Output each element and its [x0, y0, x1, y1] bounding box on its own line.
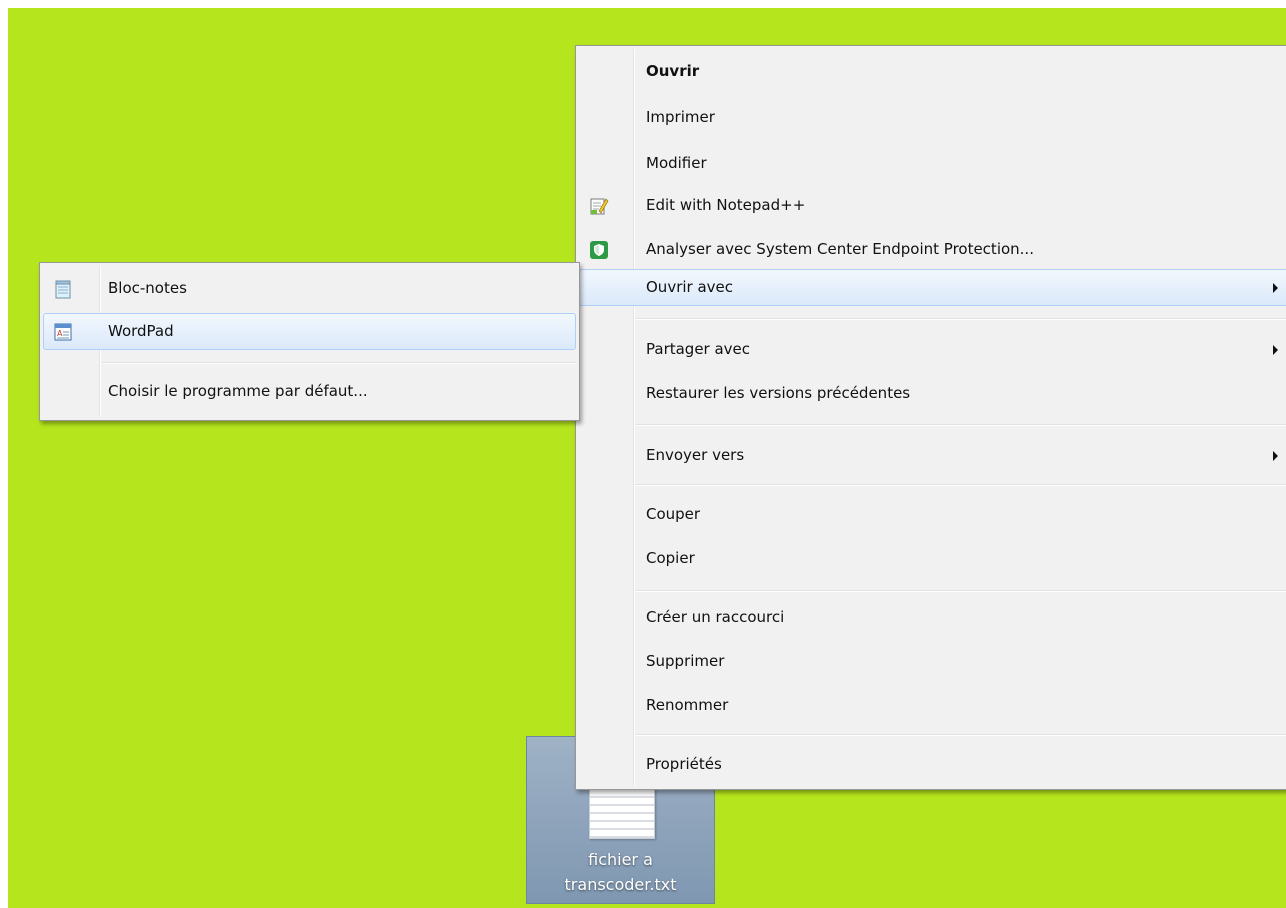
- menu-item-label: Edit with Notepad++: [646, 196, 806, 214]
- menu-item-label: Envoyer vers: [646, 446, 745, 464]
- svg-text:A: A: [57, 329, 63, 338]
- submenu-item-label: Bloc-notes: [108, 279, 187, 297]
- menu-item-restaurer-versions[interactable]: Restaurer les versions précédentes: [579, 375, 1286, 412]
- context-menu: Ouvrir Imprimer Modifier Edit with Notep…: [575, 45, 1286, 790]
- menu-item-partager-avec[interactable]: Partager avec: [579, 331, 1286, 368]
- menu-item-label: Ouvrir avec: [646, 278, 734, 296]
- menu-item-supprimer[interactable]: Supprimer: [579, 643, 1286, 680]
- menu-item-ouvrir-avec[interactable]: Ouvrir avec: [579, 269, 1286, 306]
- open-with-submenu: Bloc-notes A WordPad Choisir le programm…: [39, 262, 580, 421]
- menu-item-label: Couper: [646, 505, 701, 523]
- notepadpp-icon: [590, 198, 609, 215]
- menu-item-analyser-scep[interactable]: Analyser avec System Center Endpoint Pro…: [579, 231, 1286, 268]
- menu-item-label: Imprimer: [646, 108, 715, 126]
- menu-item-couper[interactable]: Couper: [579, 496, 1286, 533]
- menu-item-label: Partager avec: [646, 340, 751, 358]
- submenu-arrow-icon: [1273, 451, 1278, 461]
- menu-item-label: Copier: [646, 549, 695, 567]
- submenu-item-wordpad[interactable]: A WordPad: [43, 313, 576, 350]
- menu-item-copier[interactable]: Copier: [579, 540, 1286, 577]
- menu-item-ouvrir[interactable]: Ouvrir: [579, 53, 1286, 90]
- menu-item-label: Propriétés: [646, 755, 722, 773]
- menu-item-imprimer[interactable]: Imprimer: [579, 99, 1286, 136]
- submenu-item-choisir-programme[interactable]: Choisir le programme par défaut...: [43, 373, 576, 410]
- menu-separator: [102, 362, 576, 364]
- menu-separator: [636, 318, 1286, 320]
- menu-item-modifier[interactable]: Modifier: [579, 145, 1286, 182]
- submenu-item-label: WordPad: [108, 322, 174, 340]
- menu-item-envoyer-vers[interactable]: Envoyer vers: [579, 437, 1286, 474]
- notepad-icon: [55, 280, 71, 299]
- submenu-item-label: Choisir le programme par défaut...: [108, 382, 368, 400]
- submenu-arrow-icon: [1273, 345, 1278, 355]
- menu-item-label: Modifier: [646, 154, 707, 172]
- submenu-item-bloc-notes[interactable]: Bloc-notes: [43, 270, 576, 307]
- text-file-icon: [589, 789, 655, 839]
- menu-item-label: Restaurer les versions précédentes: [646, 384, 911, 402]
- shield-icon: [590, 241, 608, 259]
- menu-item-creer-raccourci[interactable]: Créer un raccourci: [579, 599, 1286, 636]
- desktop: fichier a transcoder.txt Ouvrir Imprimer…: [8, 8, 1286, 908]
- menu-separator: [636, 484, 1286, 486]
- menu-separator: [636, 590, 1286, 592]
- menu-item-renommer[interactable]: Renommer: [579, 687, 1286, 724]
- menu-item-label: Renommer: [646, 696, 729, 714]
- file-name-line1: fichier a: [588, 850, 653, 869]
- menu-separator: [636, 734, 1286, 736]
- submenu-arrow-icon: [1273, 283, 1278, 293]
- file-name-label: fichier a transcoder.txt: [527, 847, 714, 897]
- menu-item-label: Analyser avec System Center Endpoint Pro…: [646, 240, 1034, 258]
- menu-item-label: Supprimer: [646, 652, 725, 670]
- menu-item-label: Créer un raccourci: [646, 608, 785, 626]
- menu-separator: [636, 424, 1286, 426]
- file-name-line2: transcoder.txt: [564, 875, 677, 894]
- menu-item-label: Ouvrir: [646, 62, 700, 80]
- wordpad-icon: A: [54, 323, 72, 341]
- menu-item-proprietes[interactable]: Propriétés: [579, 746, 1286, 783]
- menu-item-edit-notepadpp[interactable]: Edit with Notepad++: [579, 187, 1286, 224]
